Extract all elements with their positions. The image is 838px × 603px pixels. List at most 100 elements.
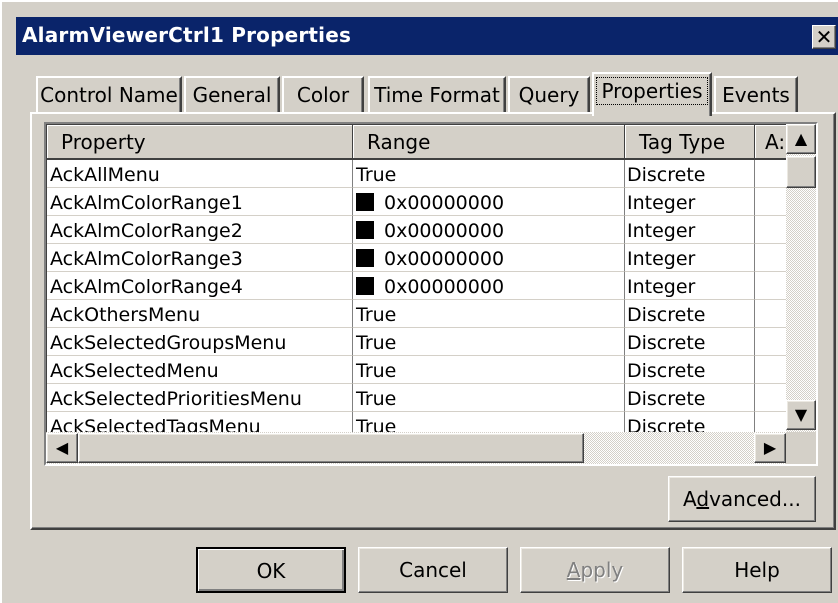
table-row[interactable]: AckAlmColorRange1 0x00000000 Integer [47,188,786,216]
color-swatch [356,221,374,239]
cell-range: True [353,160,625,188]
cancel-button[interactable]: Cancel [358,547,508,593]
tab-label: Control Name [40,83,178,107]
table-row[interactable]: AckSelectedTagsMenu True Discrete [47,412,786,432]
tab-events[interactable]: Events [714,76,798,114]
advanced-label: Advanced... [683,487,801,511]
tab-general[interactable]: General [184,76,280,114]
cell-property: AckAllMenu [47,160,353,188]
advanced-label-part: A [683,487,697,511]
vertical-scrollbar[interactable]: ▲ ▼ [786,124,816,432]
range-value: 0x00000000 [384,276,505,298]
cell-tag-type: Discrete [625,356,755,384]
scroll-down-button[interactable]: ▼ [786,400,816,430]
range-value: True [356,360,397,382]
column-header-range[interactable]: Range [353,125,625,160]
cell-a [755,188,786,216]
apply-label: Apply [567,558,623,582]
title-bar[interactable]: AlarmViewerCtrl1 Properties ✕ [16,17,838,55]
table-row[interactable]: AckOthersMenu True Discrete [47,300,786,328]
range-value: True [356,304,397,326]
cell-range: True [353,300,625,328]
table-row[interactable]: AckAlmColorRange4 0x00000000 Integer [47,272,786,300]
range-value: True [356,332,397,354]
cell-range: 0x00000000 [353,216,625,244]
cell-a [755,412,786,432]
range-value: 0x00000000 [384,248,505,270]
cell-a [755,384,786,412]
vertical-scroll-thumb[interactable] [786,156,816,188]
table-row[interactable]: AckAllMenu True Discrete [47,160,786,188]
ok-label: OK [256,559,286,583]
cell-tag-type: Integer [625,188,755,216]
tab-color[interactable]: Color [282,76,364,114]
column-header-a[interactable]: A: [755,125,786,160]
tab-control-name[interactable]: Control Name [36,76,182,114]
window-title: AlarmViewerCtrl1 Properties [22,23,352,47]
tab-properties[interactable]: Properties [592,72,712,116]
column-header-property[interactable]: Property [47,125,353,160]
cell-range: True [353,412,625,432]
tab-label: Query [518,83,580,107]
cell-tag-type: Discrete [625,300,755,328]
cell-property: AckSelectedPrioritiesMenu [47,384,353,412]
scroll-right-button[interactable]: ▶ [754,433,786,463]
color-swatch [356,193,374,211]
apply-label-part: pply [580,558,624,582]
range-value: True [356,416,397,432]
help-label: Help [734,558,780,582]
properties-grid[interactable]: Property Range Tag Type A: AckAllMenu Tr… [44,122,818,466]
range-value: 0x00000000 [384,192,505,214]
scroll-up-button[interactable]: ▲ [786,124,816,154]
tab-label: Color [296,83,350,107]
apply-mnemonic: A [566,558,581,582]
cell-tag-type: Integer [625,272,755,300]
tab-label: Properties [596,77,708,105]
table-row[interactable]: AckAlmColorRange3 0x00000000 Integer [47,244,786,272]
cell-property: AckAlmColorRange4 [47,272,353,300]
cell-a [755,216,786,244]
cell-tag-type: Discrete [625,384,755,412]
advanced-button[interactable]: Advanced... [668,476,816,522]
cell-property: AckSelectedMenu [47,356,353,384]
advanced-mnemonic: d [696,487,710,511]
tab-label: General [192,83,272,107]
arrow-left-icon: ◀ [55,438,69,457]
table-row[interactable]: AckSelectedPrioritiesMenu True Discrete [47,384,786,412]
cell-range: 0x00000000 [353,244,625,272]
cell-range: 0x00000000 [353,272,625,300]
tab-time-format[interactable]: Time Format [368,76,506,114]
arrow-up-icon: ▲ [794,129,808,148]
advanced-label-part: vanced... [709,487,801,511]
scrollbar-corner [786,432,816,464]
cell-property: AckAlmColorRange2 [47,216,353,244]
cell-property: AckAlmColorRange3 [47,244,353,272]
scroll-left-button[interactable]: ◀ [46,433,78,463]
cell-property: AckSelectedTagsMenu [47,412,353,432]
cell-property: AckSelectedGroupsMenu [47,328,353,356]
tab-strip: Control Name General Color Time Format Q… [36,72,816,116]
arrow-down-icon: ▼ [794,405,808,424]
cell-tag-type: Integer [625,216,755,244]
color-swatch [356,249,374,267]
close-icon: ✕ [815,25,833,49]
table-row[interactable]: AckAlmColorRange2 0x00000000 Integer [47,216,786,244]
cell-property: AckOthersMenu [47,300,353,328]
apply-button[interactable]: Apply [520,547,670,593]
cell-property: AckAlmColorRange1 [47,188,353,216]
cell-a [755,356,786,384]
cell-a [755,244,786,272]
cell-range: True [353,356,625,384]
help-button[interactable]: Help [682,547,832,593]
horizontal-scrollbar[interactable]: ◀ ▶ [46,432,786,464]
table-row[interactable]: AckSelectedMenu True Discrete [47,356,786,384]
close-button[interactable]: ✕ [812,25,836,49]
table-row[interactable]: AckSelectedGroupsMenu True Discrete [47,328,786,356]
cell-a [755,300,786,328]
column-header-tag-type[interactable]: Tag Type [625,125,755,160]
ok-button[interactable]: OK [196,547,346,593]
cell-a [755,272,786,300]
range-value: True [356,388,397,410]
horizontal-scroll-thumb[interactable] [78,433,584,463]
tab-query[interactable]: Query [508,76,590,114]
